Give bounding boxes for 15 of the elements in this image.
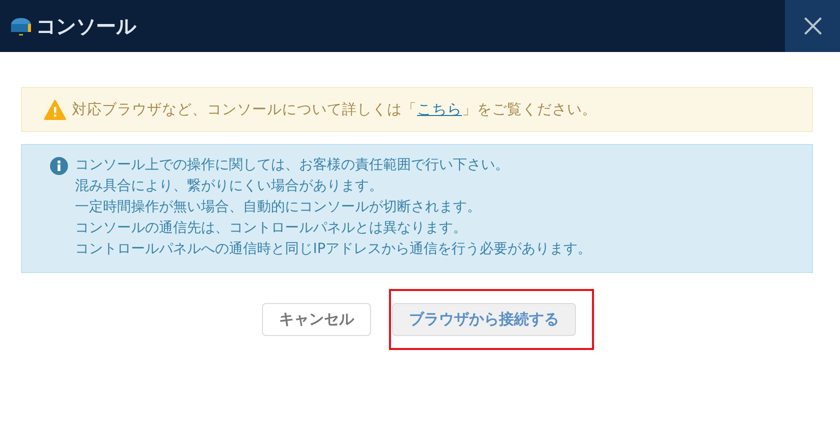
info-text: 一定時間操作が無い場合、自動的にコンソールが切断されます。 <box>75 198 482 217</box>
info-text: 混み具合により、繋がりにくい場合があります。 <box>75 177 384 196</box>
warning-icon <box>44 100 66 120</box>
warning-text: 対応ブラウザなど、コンソールについて詳しくは「こちら」をご覧ください。 <box>72 100 597 119</box>
window-title: コンソール <box>36 12 138 40</box>
info-text: コンソール上での操作に関しては、お客様の責任範囲で行い下さい。 <box>75 156 510 175</box>
info-text: コントロールパネルへの通信時と同じIPアドレスから通信を行う必要があります。 <box>75 240 592 259</box>
connect-button[interactable]: ブラウザから接続する <box>392 303 576 336</box>
close-icon <box>802 16 822 36</box>
info-text: コンソールの通信先は、コントロールパネルとは異なります。 <box>75 219 468 238</box>
info-icon <box>50 157 68 175</box>
close-button[interactable] <box>785 0 840 52</box>
console-icon <box>9 15 33 37</box>
cancel-button[interactable]: キャンセル <box>262 303 371 336</box>
details-link[interactable]: こちら <box>417 102 462 118</box>
